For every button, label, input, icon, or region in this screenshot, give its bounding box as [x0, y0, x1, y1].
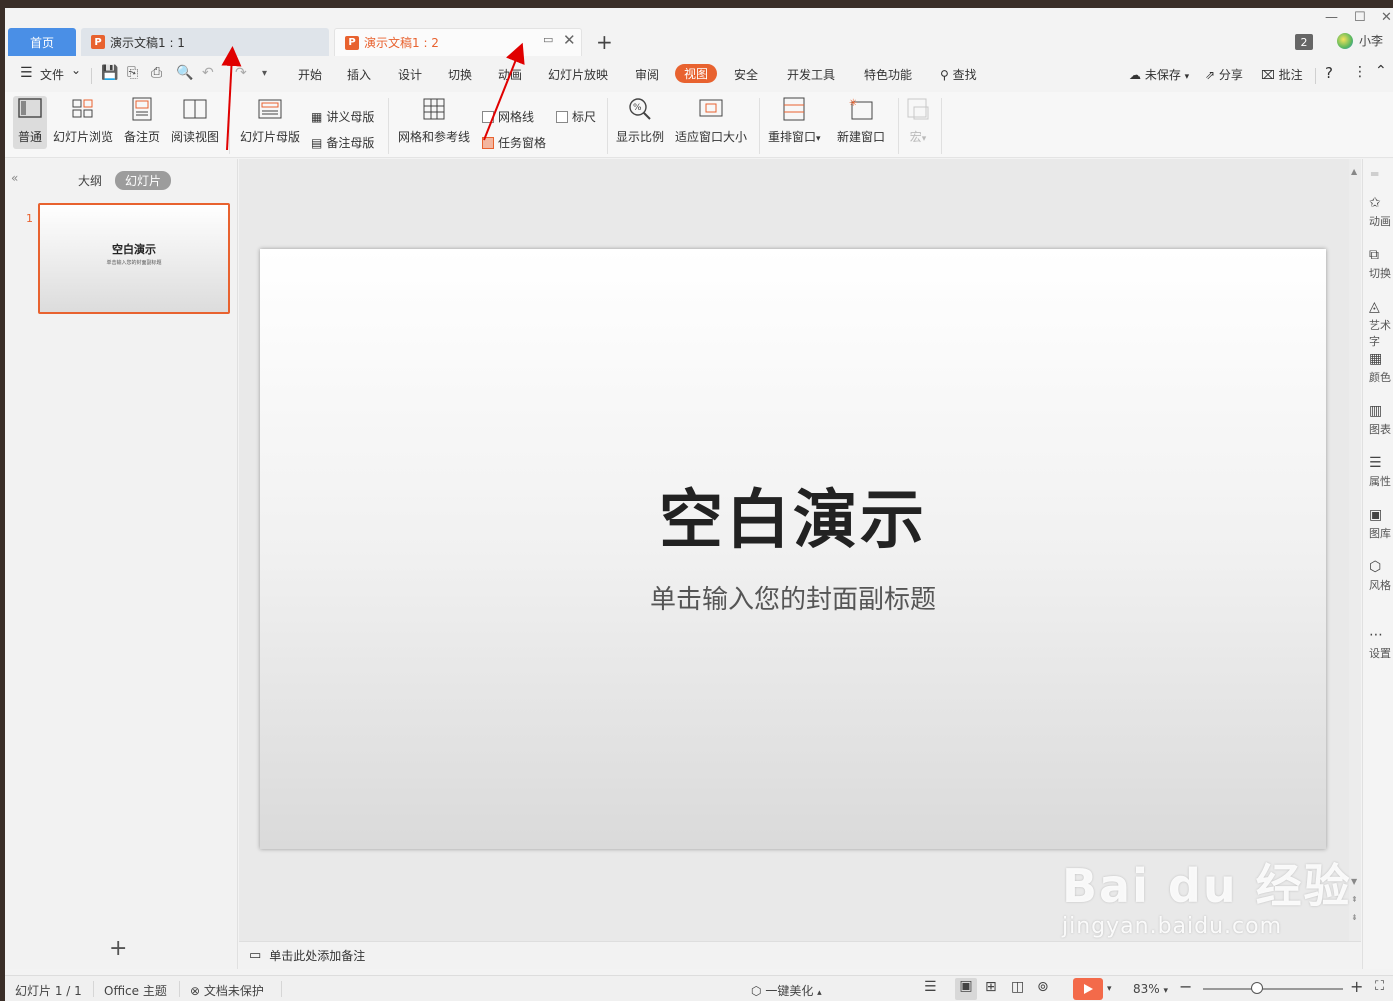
watermark: Bai du 经验 jingyan.baidu.com — [1062, 850, 1352, 939]
annotation-arrow — [483, 42, 525, 141]
watermark-brand: Bai du 经验 — [1062, 859, 1352, 913]
watermark-url: jingyan.baidu.com — [1062, 914, 1283, 939]
annotation-arrow — [221, 46, 242, 151]
